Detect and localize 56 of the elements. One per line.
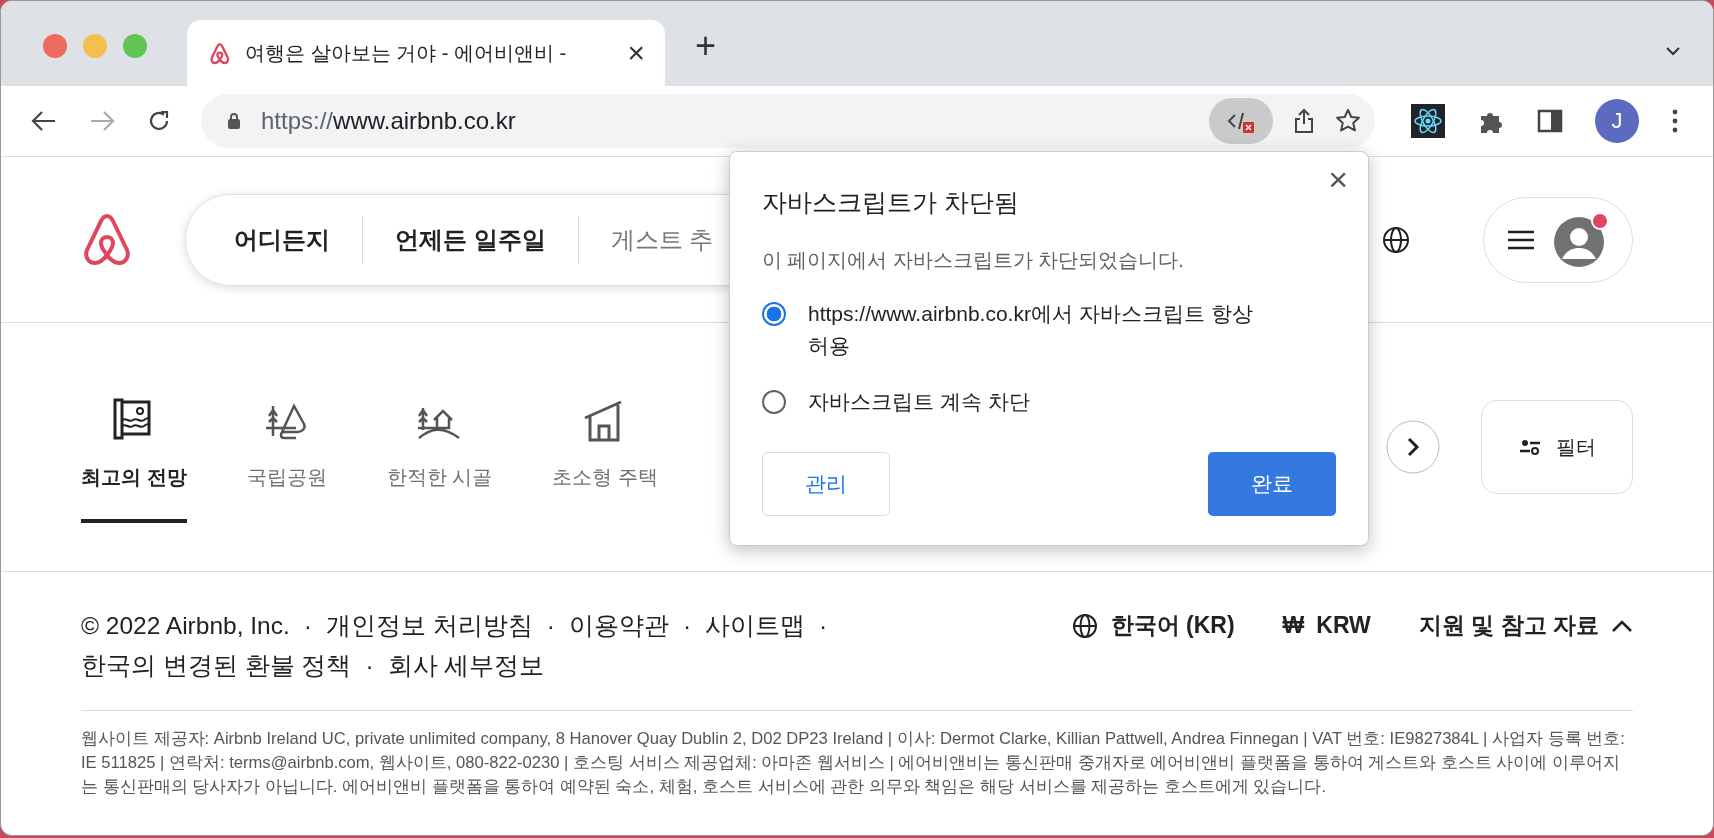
category-tab[interactable]: 한적한 시골 [386, 365, 493, 523]
separator-dot: · [365, 652, 374, 679]
support-button[interactable]: 지원 및 참고 자료 [1418, 610, 1633, 641]
airbnb-logo-icon [209, 41, 231, 65]
category-tab[interactable]: 최고의 전망 [81, 365, 187, 523]
language-button[interactable]: 한국어 (KR) [1070, 610, 1235, 641]
search-segment[interactable]: 게스트 추 [610, 223, 714, 256]
close-tab-button[interactable]: × [627, 38, 645, 68]
search-segment[interactable]: 어디든지 [234, 223, 330, 256]
option-label[interactable]: 자바스크립트 계속 차단 [808, 386, 1298, 418]
reload-icon[interactable] [147, 109, 171, 133]
search-segment[interactable]: 언제든 일주일 [395, 223, 546, 256]
back-icon[interactable] [31, 110, 57, 132]
separator-dot: · [303, 612, 312, 639]
menu-icon [1507, 229, 1535, 250]
legal-text: 웹사이트 제공자: Airbnb Ireland UC, private unlimited company, 8 Hanover Quay Dublin 2, D02 DP23 Ireland | 이사: Dermot Clarke, Killian Pattwell, Andrea Finnegan | VAT 번호: IE9827384L | 사업자 등록 번호: IE 511825 | 연락처: terms@airbnb.com, 웹사이트, 080-822-0230 | 호스팅 서비스 제공업체: 아마존 웹서비스 | 에어비앤비는 통신판매 중개자로 에어비앤비 플랫폼을 통하여 게스트와 호스트 사이에 이루어지는 통신판매의 당사자가 아닙니다. 에어비앤비 플랫폼을 통하여 예약된 숙소, 체험, 호스트 서비스에 관한 의무와 책임은 해당 서비스를 제공하는 호스트에게 있습니다. [81, 728, 1626, 798]
chevron-down-icon[interactable] [1665, 46, 1681, 56]
done-button[interactable]: 완료 [1208, 452, 1336, 516]
chevron-right-icon[interactable] [1385, 419, 1441, 475]
filter-button[interactable]: 필터 [1481, 400, 1633, 494]
category-tab[interactable]: 초소형 주택 [552, 365, 658, 523]
browser-tab[interactable]: 여행은 살아보는 거야 - 에어비앤비 - × [187, 20, 665, 86]
new-tab-button[interactable]: + [665, 28, 747, 74]
chevron-up-icon [1611, 618, 1633, 633]
radio-button[interactable] [762, 390, 786, 414]
address-bar[interactable]: https://www.airbnb.co.kr [201, 94, 1375, 148]
close-button[interactable]: × [1328, 162, 1348, 196]
currency-button[interactable]: ₩ KRW [1282, 610, 1371, 641]
lock-icon [227, 112, 241, 130]
copyright-text: © 2022 Airbnb, Inc. [81, 612, 290, 639]
category-tab[interactable]: 국립공원 [246, 365, 327, 523]
manage-button[interactable]: 관리 [762, 452, 890, 516]
separator-dot: · [546, 612, 555, 639]
sliders-icon [1518, 437, 1542, 457]
separator-dot: · [682, 612, 692, 639]
footer-link[interactable]: 개인정보 처리방침 [325, 612, 533, 639]
atom-icon[interactable] [1411, 104, 1445, 138]
footer-link[interactable]: 이용약관 [568, 612, 669, 639]
radio-button[interactable] [762, 302, 786, 326]
globe-icon [1070, 611, 1099, 640]
javascript-blocked-button[interactable] [1209, 98, 1273, 144]
option-label[interactable]: https://www.airbnb.co.kr에서 자바스크립트 항상 허용 [808, 298, 1298, 362]
tab-title: 여행은 살아보는 거야 - 에어비앤비 - [245, 40, 568, 66]
footer-link[interactable]: 한국의 변경된 환불 정책 [81, 652, 352, 679]
globe-icon[interactable] [1381, 224, 1411, 255]
star-icon[interactable] [1335, 108, 1361, 134]
footer-link[interactable]: 사이트맵 [705, 612, 806, 639]
more-options-icon[interactable] [1671, 108, 1679, 134]
profile-avatar[interactable]: J [1595, 99, 1639, 143]
currency-symbol: ₩ [1282, 612, 1305, 639]
filter-label: 필터 [1556, 434, 1596, 460]
side-panel-icon[interactable] [1537, 109, 1563, 133]
separator-dot: · [819, 612, 828, 639]
url-text: https://www.airbnb.co.kr [261, 107, 516, 135]
footer-link[interactable]: 회사 세부정보 [387, 652, 545, 679]
share-icon[interactable] [1293, 108, 1315, 134]
